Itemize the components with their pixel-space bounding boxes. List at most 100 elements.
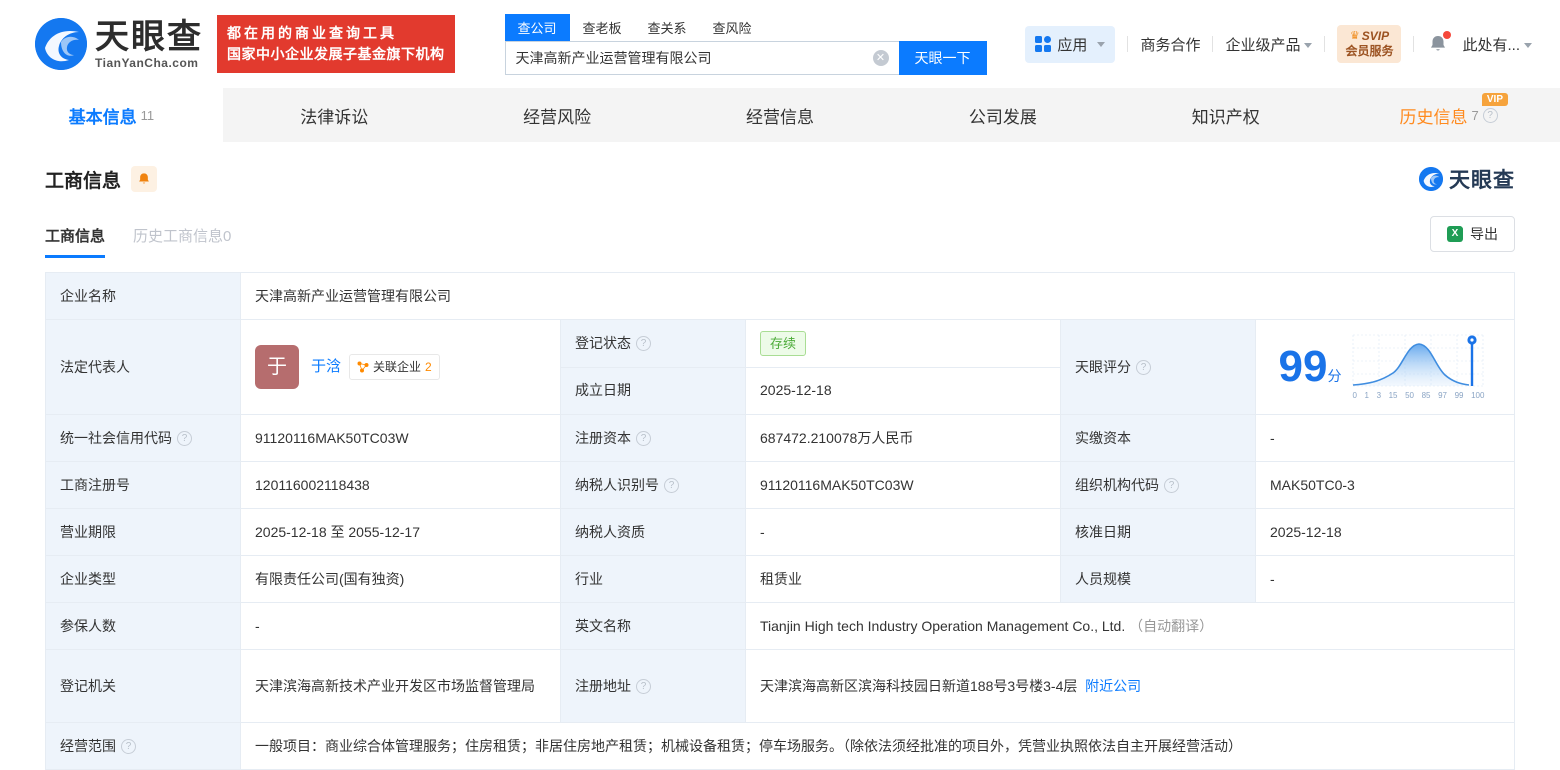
- user-menu[interactable]: 此处有...: [1462, 34, 1532, 55]
- search-block: 查公司 查老板 查关系 查风险 ✕ 天眼一下: [504, 13, 987, 75]
- watermark-text: 天眼查: [1449, 169, 1515, 192]
- tianyancha-logo-icon: [1419, 167, 1443, 191]
- tab-count: 11: [140, 107, 155, 123]
- business-term-value: 2025-12-18 至 2055-12-17: [241, 509, 561, 555]
- help-icon[interactable]: ?: [636, 678, 651, 694]
- chevron-down-icon: [1097, 41, 1106, 47]
- tab-history-info[interactable]: VIP 历史信息 7 ?: [1337, 88, 1560, 142]
- field-label: 行业: [561, 556, 746, 602]
- divider: [1413, 36, 1415, 52]
- logo-domain-text: TianYanCha.com: [95, 55, 199, 70]
- field-label: 人员规模: [1061, 556, 1256, 602]
- field-label: 天眼评分?: [1061, 320, 1256, 414]
- field-label: 登记状态?: [561, 320, 746, 367]
- tab-business-info[interactable]: 经营信息: [669, 88, 892, 142]
- legal-rep-link[interactable]: 于浛: [311, 356, 341, 379]
- subtab-history-business-info[interactable]: 历史工商信息0: [133, 225, 231, 258]
- field-label: 登记机关: [46, 650, 241, 722]
- table-row: 参保人数 - 英文名称 Tianjin High tech Industry O…: [46, 603, 1514, 650]
- export-button[interactable]: X 导出: [1430, 216, 1515, 252]
- score-axis-ticks: 01 3 15 50 85 97 99 100: [1352, 390, 1485, 400]
- nearby-companies-link[interactable]: 附近公司: [1085, 676, 1141, 697]
- est-date-value: 2025-12-18: [746, 367, 1060, 414]
- help-icon[interactable]: ?: [1164, 477, 1179, 493]
- taxpayer-quality-value: -: [746, 509, 1061, 555]
- network-icon: [357, 361, 369, 373]
- apps-menu-button[interactable]: 应用: [1025, 25, 1116, 63]
- clear-search-icon[interactable]: ✕: [872, 49, 889, 66]
- business-info-table: 企业名称 天津高新产业运营管理有限公司 法定代表人 于 于浛 关联企业 2 登记…: [45, 272, 1515, 770]
- staff-size-value: -: [1256, 556, 1508, 602]
- score-cell: 99分 0 1 3 15 50 85 97 99 100: [1256, 320, 1508, 414]
- vip-badge: VIP: [1481, 93, 1509, 106]
- field-label: 纳税人识别号?: [561, 462, 746, 508]
- excel-icon: X: [1447, 224, 1465, 242]
- nav-enterprise-products[interactable]: 企业级产品: [1225, 34, 1313, 55]
- company-name-value: 天津高新产业运营管理有限公司: [241, 273, 1508, 319]
- tab-operating-risk[interactable]: 经营风险: [446, 88, 669, 142]
- notification-dot: [1443, 31, 1452, 39]
- field-label: 参保人数: [46, 603, 241, 649]
- approval-date-value: 2025-12-18: [1256, 509, 1508, 555]
- reg-capital-value: 687472.210078万人民币: [746, 415, 1061, 461]
- help-icon[interactable]: ?: [121, 738, 136, 754]
- section-title: 工商信息: [45, 170, 122, 192]
- insured-value: -: [241, 603, 561, 649]
- tianyancha-logo[interactable]: 天眼查 TianYanCha.com: [35, 18, 203, 70]
- nav-cooperation[interactable]: 商务合作: [1140, 34, 1200, 55]
- search-tab-boss[interactable]: 查老板: [570, 14, 635, 41]
- top-header: 天眼查 TianYanCha.com 都在用的商业查询工具 国家中小企业发展子基…: [0, 0, 1560, 88]
- table-row: 法定代表人 于 于浛 关联企业 2 登记状态? 存续 成立日期 2025-12-…: [46, 320, 1514, 415]
- table-row: 统一社会信用代码? 91120116MAK50TC03W 注册资本? 68747…: [46, 415, 1514, 462]
- bell-icon: [139, 173, 149, 184]
- tab-company-development[interactable]: 公司发展: [891, 88, 1114, 142]
- slogan-line1: 都在用的商业查询工具: [227, 25, 397, 41]
- field-label: 注册资本?: [561, 415, 746, 461]
- search-tabs: 查公司 查老板 查关系 查风险: [504, 13, 987, 41]
- registry-value: 天津滨海高新技术产业开发区市场监督管理局: [241, 650, 561, 722]
- watermark-logo: 天眼查: [1419, 164, 1515, 194]
- table-row: 企业名称 天津高新产业运营管理有限公司: [46, 273, 1514, 320]
- reg-number-value: 120116002118438: [241, 462, 561, 508]
- english-name-value: Tianjin High tech Industry Operation Man…: [746, 603, 1508, 649]
- search-tab-relation[interactable]: 查关系: [635, 14, 700, 41]
- field-label: 企业名称: [46, 273, 241, 319]
- svip-member-button[interactable]: ♛ SVIP 会员服务: [1337, 25, 1402, 63]
- legal-rep-cell: 于 于浛 关联企业 2: [241, 320, 561, 414]
- slogan-line2: 国家中小企业发展子基金旗下机构: [227, 46, 445, 62]
- field-label: 纳税人资质: [561, 509, 746, 555]
- tab-basic-info[interactable]: 基本信息 11: [0, 88, 223, 142]
- help-icon[interactable]: ?: [1482, 107, 1498, 123]
- field-label: 统一社会信用代码?: [46, 415, 241, 461]
- table-row: 企业类型 有限责任公司(国有独资) 行业 租赁业 人员规模 -: [46, 556, 1514, 603]
- help-icon[interactable]: ?: [1136, 359, 1151, 375]
- help-icon[interactable]: ?: [636, 335, 651, 351]
- paid-capital-value: -: [1256, 415, 1508, 461]
- field-label: 营业期限: [46, 509, 241, 555]
- company-tabbar: 基本信息 11 法律诉讼 经营风险 经营信息 公司发展 知识产权 VIP 历史信…: [0, 88, 1560, 142]
- field-label: 成立日期: [561, 367, 746, 414]
- search-button[interactable]: 天眼一下: [898, 40, 987, 75]
- score-value: 99分: [1278, 342, 1342, 391]
- field-label: 核准日期: [1061, 509, 1256, 555]
- related-companies-badge[interactable]: 关联企业 2: [349, 354, 440, 380]
- credit-code-value: 91120116MAK50TC03W: [241, 415, 561, 461]
- field-label: 注册地址?: [561, 650, 746, 722]
- taxpayer-id-value: 91120116MAK50TC03W: [746, 462, 1061, 508]
- field-label: 组织机构代码?: [1061, 462, 1256, 508]
- subscribe-bell-button[interactable]: [131, 166, 158, 192]
- field-label: 企业类型: [46, 556, 241, 602]
- divider: [1127, 36, 1129, 52]
- help-icon[interactable]: ?: [664, 477, 679, 493]
- tab-legal-litigation[interactable]: 法律诉讼: [223, 88, 446, 142]
- subtab-business-info[interactable]: 工商信息: [45, 225, 106, 258]
- avatar: 于: [255, 345, 299, 389]
- help-icon[interactable]: ?: [177, 430, 192, 446]
- notifications-button[interactable]: [1428, 31, 1452, 54]
- search-tab-company[interactable]: 查公司: [504, 13, 570, 41]
- tab-intellectual-property[interactable]: 知识产权: [1114, 88, 1337, 142]
- help-icon[interactable]: ?: [636, 430, 651, 446]
- chevron-down-icon: [1524, 43, 1532, 49]
- search-input[interactable]: [504, 40, 899, 75]
- search-tab-risk[interactable]: 查风险: [700, 14, 765, 41]
